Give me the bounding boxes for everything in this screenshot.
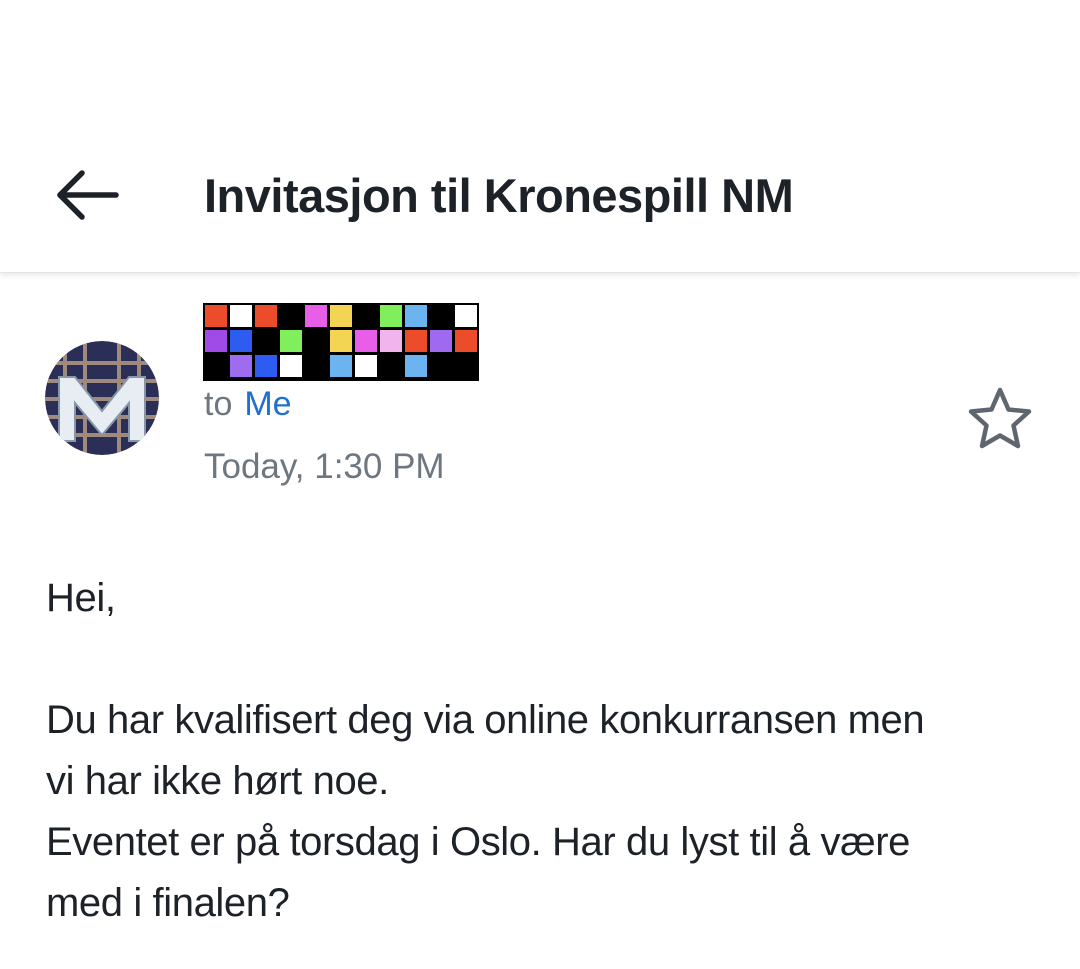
message-timestamp: Today, 1:30 PM (204, 447, 445, 486)
to-label: to (204, 385, 233, 423)
sender-name-redacted (203, 303, 479, 381)
email-subject-title: Invitasjon til Kronespill NM (204, 169, 794, 222)
star-outline-icon (968, 387, 1032, 449)
sender-avatar[interactable] (45, 341, 159, 455)
recipient-link[interactable]: Me (244, 385, 291, 423)
arrow-left-icon (57, 170, 119, 220)
back-button[interactable] (52, 166, 124, 226)
body-line: med i finalen? (46, 881, 290, 925)
app-header: Invitasjon til Kronespill NM (0, 0, 1080, 273)
body-line: Du har kvalifisert deg via online konkur… (46, 698, 925, 742)
body-line: vi har ikke hørt noe. (46, 759, 389, 803)
body-line: Eventet er på torsdag i Oslo. Har du lys… (46, 820, 911, 864)
message-body: Hei, Du har kvalifisert deg via online k… (46, 568, 1046, 934)
star-button[interactable] (964, 384, 1036, 452)
body-greeting: Hei, (46, 576, 116, 620)
recipient-row: to Me (204, 385, 292, 424)
sender-avatar-image (45, 341, 159, 455)
